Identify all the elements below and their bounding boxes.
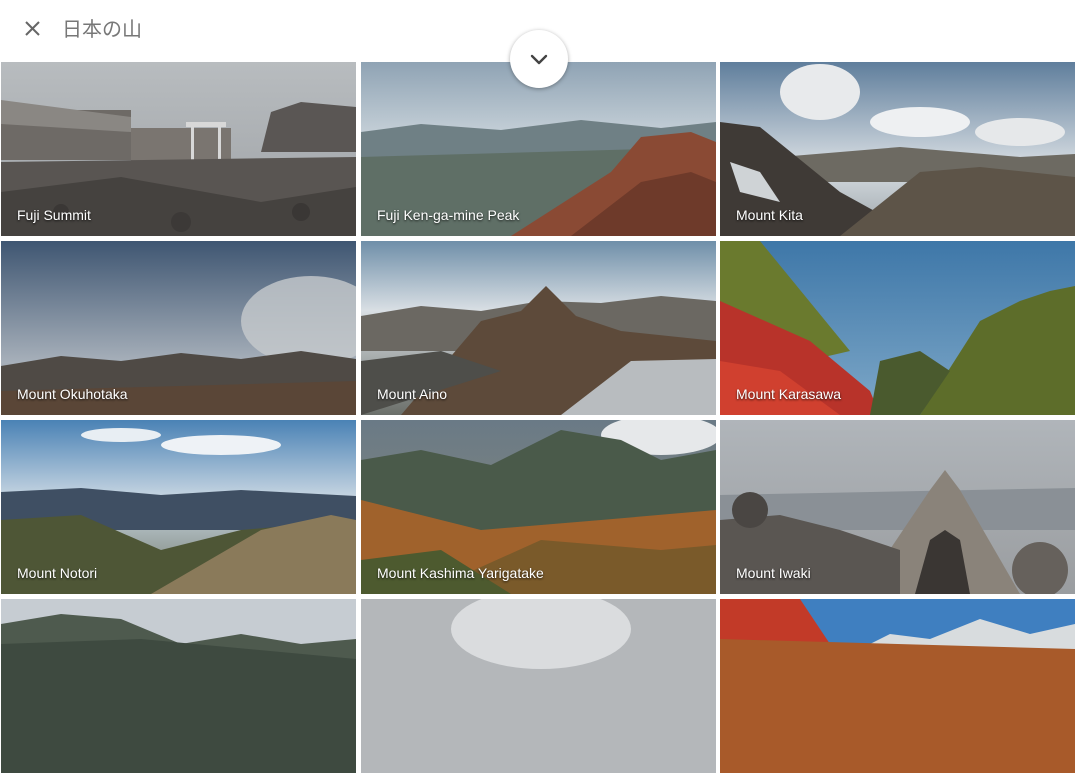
tile-label: Mount Kashima Yarigatake <box>377 565 544 581</box>
photo-grid: Fuji Summit Fuji Ken-ga-mine Peak Mount … <box>0 62 1078 773</box>
tile-label: Fuji Summit <box>17 207 91 223</box>
photo-tile-mount-aino[interactable]: Mount Aino <box>361 241 716 415</box>
page-title: 日本の山 <box>62 17 142 41</box>
tile-label: Mount Notori <box>17 565 98 581</box>
photo-tile-mount-karasawa[interactable]: Mount Karasawa <box>720 241 1075 415</box>
photo-tile-row4-1[interactable] <box>1 599 356 773</box>
photo-image <box>720 599 1075 773</box>
photo-image <box>1 599 356 773</box>
photo-image <box>361 599 716 773</box>
photo-tile-row4-2[interactable] <box>361 599 716 773</box>
photo-tile-mount-notori[interactable]: Mount Notori <box>1 420 356 594</box>
tile-label: Fuji Ken-ga-mine Peak <box>377 207 520 223</box>
chevron-down-icon <box>530 54 548 65</box>
tile-label: Mount Karasawa <box>736 386 842 402</box>
photo-tile-mount-okuhotaka[interactable]: Mount Okuhotaka <box>1 241 356 415</box>
tile-label: Mount Iwaki <box>736 565 811 581</box>
photo-tile-mount-kashima-yarigatake[interactable]: Mount Kashima Yarigatake <box>361 420 716 594</box>
photo-tile-mount-kita[interactable]: Mount Kita <box>720 62 1075 236</box>
tile-label: Mount Aino <box>377 386 448 402</box>
expand-toggle-button[interactable] <box>510 30 568 88</box>
tile-label: Mount Kita <box>736 207 803 223</box>
photo-tile-fuji-summit[interactable]: Fuji Summit <box>1 62 356 236</box>
photo-tile-row4-3[interactable] <box>720 599 1075 773</box>
photo-tile-mount-iwaki[interactable]: Mount Iwaki <box>720 420 1075 594</box>
close-icon <box>25 21 40 36</box>
close-button[interactable] <box>20 16 46 42</box>
photo-tile-fuji-kengamine[interactable]: Fuji Ken-ga-mine Peak <box>361 62 716 236</box>
tile-label: Mount Okuhotaka <box>17 386 128 402</box>
